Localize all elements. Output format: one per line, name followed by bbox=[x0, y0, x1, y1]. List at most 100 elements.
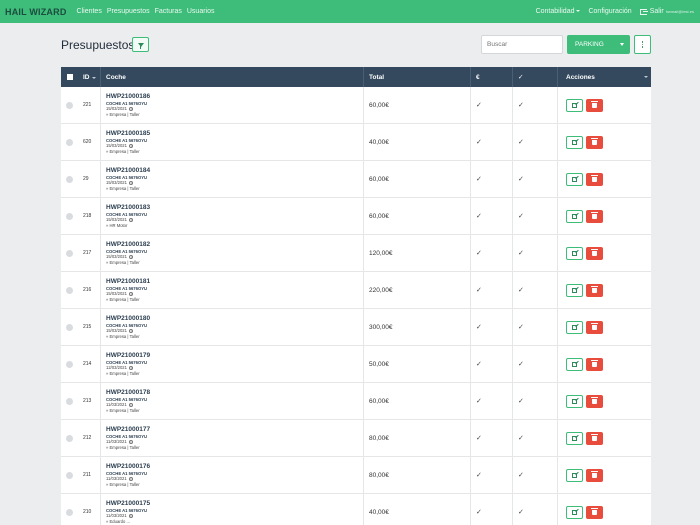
table-row[interactable]: 211 HWP21000176 COCHE A1 5676OYU 11/03/2021… bbox=[61, 457, 651, 494]
col-header-total[interactable]: Total bbox=[363, 67, 470, 87]
info-icon[interactable]: i bbox=[128, 365, 134, 370]
delete-button[interactable] bbox=[586, 431, 603, 445]
edit-button[interactable] bbox=[566, 357, 583, 371]
table-row[interactable]: 620 HWP21000185 COCHE A1 5676OYU 15/03/2021… bbox=[61, 124, 651, 161]
edit-button[interactable] bbox=[566, 209, 583, 223]
paid-check: ✓ bbox=[476, 509, 482, 516]
row-select-radio[interactable] bbox=[66, 249, 73, 257]
edit-button[interactable] bbox=[566, 246, 583, 260]
budget-reference[interactable]: HWP21000178 bbox=[106, 389, 150, 397]
info-icon[interactable]: i bbox=[128, 328, 134, 333]
budget-reference[interactable]: HWP21000176 bbox=[106, 463, 150, 471]
budget-reference[interactable]: HWP21000180 bbox=[106, 315, 150, 323]
budget-reference[interactable]: HWP21000186 bbox=[106, 93, 150, 101]
row-select-radio[interactable] bbox=[66, 434, 73, 442]
delete-button[interactable] bbox=[586, 320, 603, 334]
info-icon[interactable]: i bbox=[128, 402, 134, 407]
edit-button[interactable] bbox=[566, 135, 583, 149]
row-select-radio[interactable] bbox=[66, 175, 73, 183]
info-icon[interactable]: i bbox=[128, 217, 134, 222]
edit-button[interactable] bbox=[566, 98, 583, 112]
budget-reference[interactable]: HWP21000184 bbox=[106, 167, 150, 175]
delete-button[interactable] bbox=[586, 394, 603, 408]
row-select-radio[interactable] bbox=[66, 360, 73, 368]
search-input[interactable] bbox=[481, 35, 563, 54]
info-icon[interactable]: i bbox=[128, 106, 134, 111]
nav-usuarios[interactable]: Usuarios bbox=[187, 8, 215, 15]
nav-contabilidad-dropdown[interactable]: Contabilidad bbox=[536, 8, 581, 15]
info-icon[interactable]: i bbox=[128, 439, 134, 444]
delete-button[interactable] bbox=[586, 209, 603, 223]
table-row[interactable]: 221 HWP21000186 COCHE A1 5676OYU 15/03/2021… bbox=[61, 87, 651, 124]
row-id: 29 bbox=[83, 176, 89, 182]
budget-reference[interactable]: HWP21000185 bbox=[106, 130, 150, 138]
delete-button[interactable] bbox=[586, 246, 603, 260]
col-header-id[interactable]: ID bbox=[78, 74, 100, 81]
info-icon[interactable]: i bbox=[128, 254, 134, 259]
row-select-radio[interactable] bbox=[66, 397, 73, 405]
col-header-ok[interactable]: ✓ bbox=[512, 67, 557, 87]
table-row[interactable]: 212 HWP21000177 COCHE A1 5676OYU 11/03/2021… bbox=[61, 420, 651, 457]
table-row[interactable]: 213 HWP21000178 COCHE A1 5676OYU 11/03/2021… bbox=[61, 383, 651, 420]
client-name: » Empresa | Taller bbox=[106, 259, 140, 265]
nav-presupuestos[interactable]: Presupuestos bbox=[107, 8, 150, 15]
col-header-actions: Acciones bbox=[557, 67, 651, 87]
brand-logo[interactable]: HAIL WIZARD bbox=[5, 7, 67, 17]
table-row[interactable]: 216 HWP21000181 COCHE A1 5676OYU 15/03/2021… bbox=[61, 272, 651, 309]
nav-configuracion[interactable]: Configuración bbox=[588, 8, 631, 15]
budget-reference[interactable]: HWP21000181 bbox=[106, 278, 150, 286]
col-header-euro[interactable]: € bbox=[470, 67, 512, 87]
edit-button[interactable] bbox=[566, 431, 583, 445]
parking-dropdown[interactable]: PARKING bbox=[567, 35, 630, 54]
edit-button[interactable] bbox=[566, 172, 583, 186]
client-name: » Eduardo ... bbox=[106, 518, 130, 524]
row-select-radio[interactable] bbox=[66, 101, 73, 109]
row-select-radio[interactable] bbox=[66, 471, 73, 479]
info-icon[interactable]: i bbox=[128, 143, 134, 148]
info-icon[interactable]: i bbox=[128, 291, 134, 296]
edit-button[interactable] bbox=[566, 320, 583, 334]
table-row[interactable]: 215 HWP21000180 COCHE A1 5676OYU 15/03/2021… bbox=[61, 309, 651, 346]
delete-button[interactable] bbox=[586, 505, 603, 519]
filter-button[interactable] bbox=[132, 37, 149, 52]
delete-button[interactable] bbox=[586, 468, 603, 482]
budget-reference[interactable]: HWP21000175 bbox=[106, 500, 150, 508]
table-row[interactable]: 29 HWP21000184 COCHE A1 5676OYU 15/03/2021 i… bbox=[61, 161, 651, 198]
delete-button[interactable] bbox=[586, 283, 603, 297]
delete-button[interactable] bbox=[586, 172, 603, 186]
row-select-radio[interactable] bbox=[66, 508, 73, 516]
table-row[interactable]: 218 HWP21000183 COCHE A1 5676OYU 15/03/2021… bbox=[61, 198, 651, 235]
edit-button[interactable] bbox=[566, 283, 583, 297]
delete-button[interactable] bbox=[586, 357, 603, 371]
row-select-radio[interactable] bbox=[66, 138, 73, 146]
edit-button[interactable] bbox=[566, 505, 583, 519]
client-name: » Empresa | Taller bbox=[106, 111, 140, 117]
more-options-button[interactable] bbox=[634, 35, 651, 54]
row-select-radio[interactable] bbox=[66, 212, 73, 220]
select-all-checkbox[interactable] bbox=[66, 74, 73, 80]
col-header-car[interactable]: Coche bbox=[100, 67, 363, 87]
nav-clientes[interactable]: Clientes bbox=[77, 8, 102, 15]
info-icon[interactable]: i bbox=[128, 513, 134, 518]
row-select-radio[interactable] bbox=[66, 286, 73, 294]
info-icon[interactable]: i bbox=[128, 180, 134, 185]
trash-icon bbox=[591, 323, 598, 330]
table-row[interactable]: 214 HWP21000179 COCHE A1 5676OYU 12/03/2021… bbox=[61, 346, 651, 383]
budget-reference[interactable]: HWP21000177 bbox=[106, 426, 150, 434]
trash-icon bbox=[591, 175, 598, 182]
budget-total: 60,00€ bbox=[369, 101, 389, 109]
budget-reference[interactable]: HWP21000182 bbox=[106, 241, 150, 249]
delete-button[interactable] bbox=[586, 135, 603, 149]
chevron-down-icon[interactable] bbox=[644, 76, 648, 78]
edit-button[interactable] bbox=[566, 468, 583, 482]
edit-button[interactable] bbox=[566, 394, 583, 408]
table-row[interactable]: 210 HWP21000175 COCHE A1 5676OYU 11/03/2021… bbox=[61, 494, 651, 525]
row-select-radio[interactable] bbox=[66, 323, 73, 331]
budget-reference[interactable]: HWP21000183 bbox=[106, 204, 150, 212]
budget-reference[interactable]: HWP21000179 bbox=[106, 352, 150, 360]
logout-button[interactable]: Salir hwmail@test.es bbox=[639, 8, 694, 15]
table-row[interactable]: 217 HWP21000182 COCHE A1 5676OYU 15/03/2021… bbox=[61, 235, 651, 272]
nav-facturas[interactable]: Facturas bbox=[155, 8, 182, 15]
delete-button[interactable] bbox=[586, 98, 603, 112]
info-icon[interactable]: i bbox=[128, 476, 134, 481]
